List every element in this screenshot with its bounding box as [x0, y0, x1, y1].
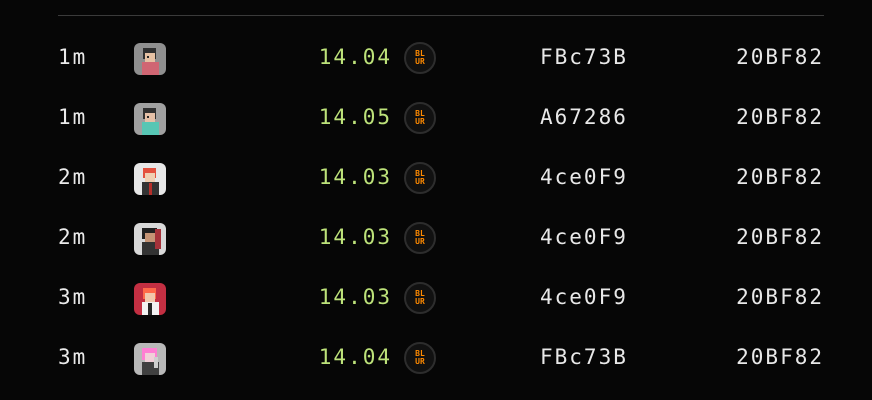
table-row[interactable]: 2m 14.03 BL UR 4ce0F9 20BF82 [0, 208, 872, 268]
time-ago: 2m [58, 225, 88, 249]
token-label-bottom: UR [415, 237, 425, 246]
table-row[interactable]: 1m 14.05 BL UR A67286 20BF82 [0, 88, 872, 148]
price-value: 14.03 [318, 285, 392, 309]
token-label-bottom: UR [415, 177, 425, 186]
to-address[interactable]: 20BF82 [736, 345, 824, 369]
time-ago: 1m [58, 45, 88, 69]
price-value: 14.03 [318, 165, 392, 189]
pixel-character-avatar-icon[interactable] [134, 343, 166, 375]
token-label-bottom: UR [415, 357, 425, 366]
from-address[interactable]: 4ce0F9 [540, 225, 628, 249]
pixel-character-avatar-icon[interactable] [134, 223, 166, 255]
table-row[interactable]: 3m 14.03 BL UR 4ce0F9 20BF82 [0, 268, 872, 328]
to-address[interactable]: 20BF82 [736, 225, 824, 249]
from-address[interactable]: A67286 [540, 105, 628, 129]
table-row[interactable]: 3m 14.04 BL UR FBc73B 20BF82 [0, 328, 872, 388]
token-label-bottom: UR [415, 117, 425, 126]
time-ago: 2m [58, 165, 88, 189]
activity-table: 1m 14.04 BL UR FBc73B 20BF82 1m 14.05 BL… [0, 0, 872, 400]
pixel-character-avatar-icon[interactable] [134, 103, 166, 135]
blur-token-icon: BL UR [404, 282, 436, 314]
from-address[interactable]: 4ce0F9 [540, 285, 628, 309]
table-row[interactable]: 2m 14.03 BL UR 4ce0F9 20BF82 [0, 148, 872, 208]
token-label-bottom: UR [415, 297, 425, 306]
pixel-character-avatar-icon[interactable] [134, 283, 166, 315]
to-address[interactable]: 20BF82 [736, 105, 824, 129]
from-address[interactable]: FBc73B [540, 45, 628, 69]
price-value: 14.04 [318, 45, 392, 69]
blur-token-icon: BL UR [404, 42, 436, 74]
price-value: 14.05 [318, 105, 392, 129]
token-label-bottom: UR [415, 57, 425, 66]
to-address[interactable]: 20BF82 [736, 165, 824, 189]
blur-token-icon: BL UR [404, 222, 436, 254]
table-row[interactable]: 1m 14.04 BL UR FBc73B 20BF82 [0, 28, 872, 88]
from-address[interactable]: FBc73B [540, 345, 628, 369]
pixel-character-avatar-icon[interactable] [134, 43, 166, 75]
time-ago: 3m [58, 345, 88, 369]
from-address[interactable]: 4ce0F9 [540, 165, 628, 189]
activity-list: 1m 14.04 BL UR FBc73B 20BF82 1m 14.05 BL… [0, 28, 872, 388]
time-ago: 3m [58, 285, 88, 309]
to-address[interactable]: 20BF82 [736, 285, 824, 309]
price-value: 14.03 [318, 225, 392, 249]
pixel-character-avatar-icon[interactable] [134, 163, 166, 195]
price-value: 14.04 [318, 345, 392, 369]
blur-token-icon: BL UR [404, 342, 436, 374]
to-address[interactable]: 20BF82 [736, 45, 824, 69]
table-divider [58, 15, 824, 16]
blur-token-icon: BL UR [404, 162, 436, 194]
blur-token-icon: BL UR [404, 102, 436, 134]
time-ago: 1m [58, 105, 88, 129]
